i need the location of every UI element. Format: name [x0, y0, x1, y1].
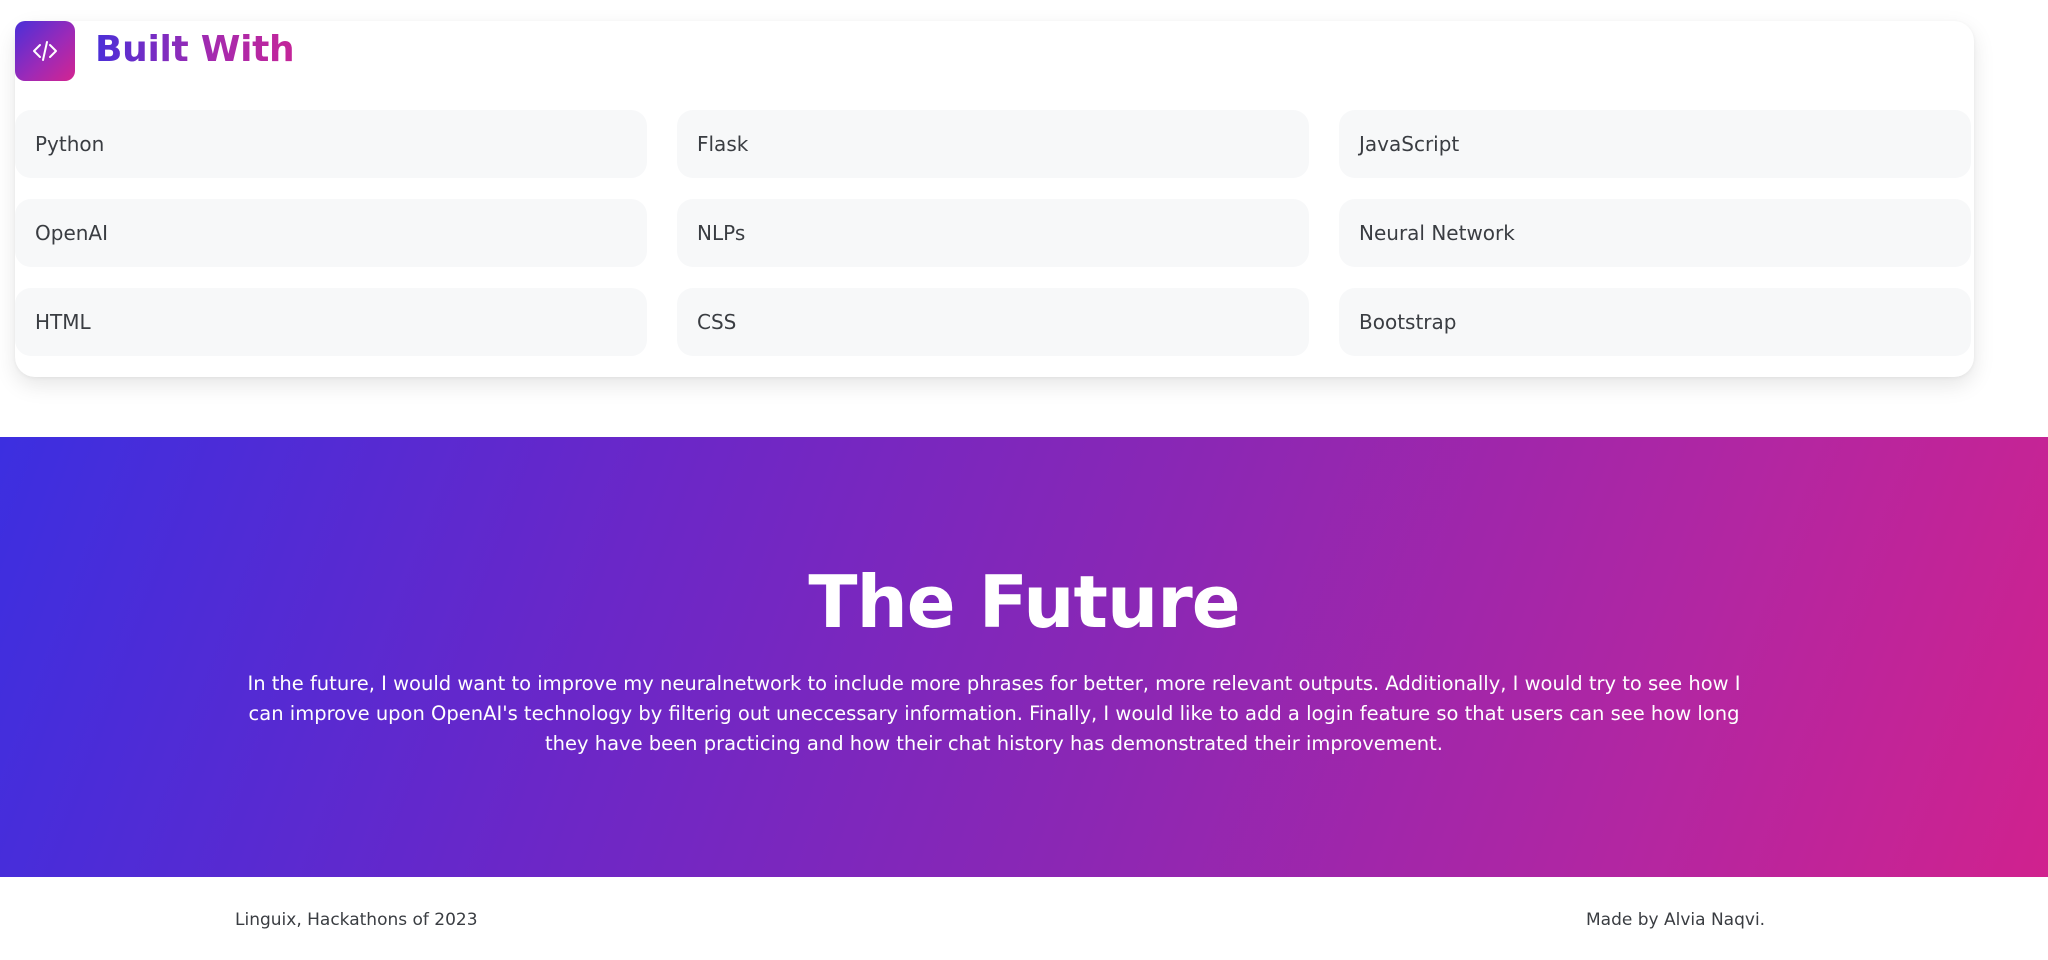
tech-item-bootstrap: Bootstrap	[1339, 288, 1971, 356]
built-with-title: Built With	[95, 24, 295, 76]
future-title: The Future	[808, 560, 1240, 644]
tech-item-openai: OpenAI	[15, 199, 647, 267]
footer-credit: Made by Alvia Naqvi.	[1586, 910, 1766, 930]
tech-item-python: Python	[15, 110, 647, 178]
tech-item-flask: Flask	[677, 110, 1309, 178]
code-icon	[15, 21, 75, 81]
future-description: In the future, I would want to improve m…	[247, 672, 1741, 755]
future-section: The Future In the future, I would want t…	[0, 437, 2048, 877]
tech-item-html: HTML	[15, 288, 647, 356]
tech-item-nlps: NLPs	[677, 199, 1309, 267]
tech-item-neural-network: Neural Network	[1339, 199, 1971, 267]
tech-grid: Python Flask JavaScript OpenAI NLPs Neur…	[15, 110, 1974, 356]
tech-item-css: CSS	[677, 288, 1309, 356]
footer-copyright: Linguix, Hackathons of 2023	[235, 910, 478, 930]
tech-item-javascript: JavaScript	[1339, 110, 1971, 178]
